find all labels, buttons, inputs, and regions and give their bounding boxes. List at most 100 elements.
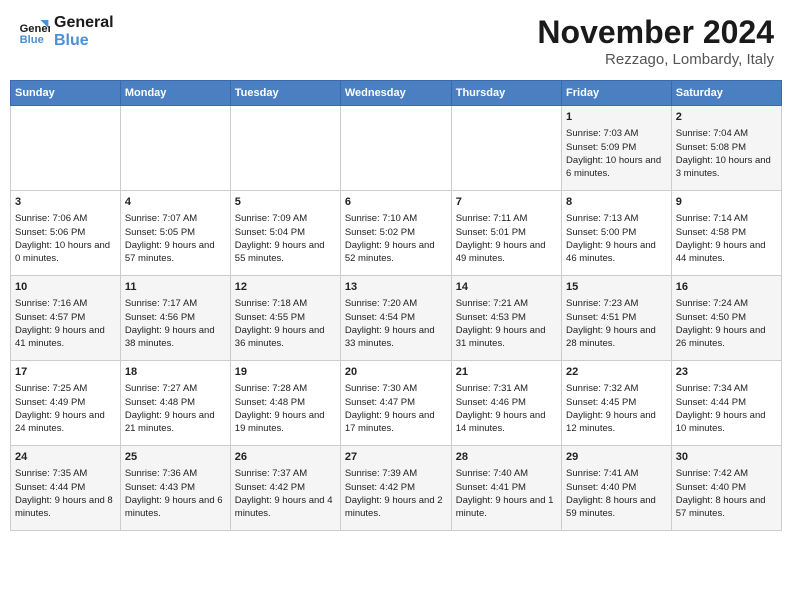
day-info: Sunrise: 7:18 AM Sunset: 4:55 PM Dayligh… [235,297,336,350]
calendar-cell: 14 Sunrise: 7:21 AM Sunset: 4:53 PM Dayli… [451,276,561,361]
calendar-cell: 8 Sunrise: 7:13 AM Sunset: 5:00 PM Daylig… [562,191,672,276]
header-row: Sunday Monday Tuesday Wednesday Thursday… [11,81,782,106]
calendar-cell: 17 Sunrise: 7:25 AM Sunset: 4:49 PM Dayli… [11,361,121,446]
month-title: November 2024 [537,14,774,51]
calendar-cell: 29Sunrise: 7:41 AM Sunset: 4:40 PM Dayli… [562,446,672,531]
day-info: Sunrise: 7:37 AM Sunset: 4:42 PM Dayligh… [235,467,336,520]
day-number: 23 [676,365,777,380]
day-number: 4 [125,195,226,210]
day-number: 26 [235,450,336,465]
day-number: 9 [676,195,777,210]
day-number: 12 [235,280,336,295]
calendar-week-row: 3Sunrise: 7:06 AM Sunset: 5:06 PM Daylig… [11,191,782,276]
day-info: Sunrise: 7:36 AM Sunset: 4:43 PM Dayligh… [125,467,226,520]
calendar-cell: 5Sunrise: 7:09 AM Sunset: 5:04 PM Daylig… [230,191,340,276]
day-info: Sunrise: 7:42 AM Sunset: 4:40 PM Dayligh… [676,467,777,520]
day-info: Sunrise: 7:16 AM Sunset: 4:57 PM Dayligh… [15,297,116,350]
calendar-cell: 28Sunrise: 7:40 AM Sunset: 4:41 PM Dayli… [451,446,561,531]
day-info: Sunrise: 7:24 AM Sunset: 4:50 PM Dayligh… [676,297,777,350]
calendar-cell: 15Sunrise: 7:23 AM Sunset: 4:51 PM Dayli… [562,276,672,361]
col-saturday: Saturday [671,81,781,106]
page-header: General Blue General Blue November 2024 … [10,10,782,72]
day-number: 24 [15,450,116,465]
day-number: 6 [345,195,447,210]
day-number: 13 [345,280,447,295]
logo-text-general: General [54,14,114,31]
day-number: 7 [456,195,557,210]
logo-text-blue: Blue [54,32,89,49]
day-number: 11 [125,280,226,295]
day-info: Sunrise: 7:40 AM Sunset: 4:41 PM Dayligh… [456,467,557,520]
day-info: Sunrise: 7:10 AM Sunset: 5:02 PM Dayligh… [345,212,447,265]
calendar-cell: 23 Sunrise: 7:34 AM Sunset: 4:44 PM Dayli… [671,361,781,446]
day-number: 8 [566,195,667,210]
calendar-body: 1Sunrise: 7:03 AM Sunset: 5:09 PM Daylig… [11,106,782,531]
day-info: Sunrise: 7:41 AM Sunset: 4:40 PM Dayligh… [566,467,667,520]
col-tuesday: Tuesday [230,81,340,106]
day-info: Sunrise: 7:23 AM Sunset: 4:51 PM Dayligh… [566,297,667,350]
calendar-cell: 1Sunrise: 7:03 AM Sunset: 5:09 PM Daylig… [562,106,672,191]
calendar-week-row: 10 Sunrise: 7:16 AM Sunset: 4:57 PM Dayli… [11,276,782,361]
calendar-cell [230,106,340,191]
calendar-cell [451,106,561,191]
day-info: Sunrise: 7:25 AM Sunset: 4:49 PM Dayligh… [15,382,116,435]
day-number: 22 [566,365,667,380]
day-info: Sunrise: 7:17 AM Sunset: 4:56 PM Dayligh… [125,297,226,350]
day-number: 20 [345,365,447,380]
day-number: 1 [566,110,667,125]
day-info: Sunrise: 7:13 AM Sunset: 5:00 PM Dayligh… [566,212,667,265]
day-number: 16 [676,280,777,295]
day-info: Sunrise: 7:39 AM Sunset: 4:42 PM Dayligh… [345,467,447,520]
col-friday: Friday [562,81,672,106]
day-info: Sunrise: 7:07 AM Sunset: 5:05 PM Dayligh… [125,212,226,265]
day-number: 14 [456,280,557,295]
calendar-table: Sunday Monday Tuesday Wednesday Thursday… [10,80,782,531]
calendar-cell: 12 Sunrise: 7:18 AM Sunset: 4:55 PM Dayli… [230,276,340,361]
calendar-cell: 10 Sunrise: 7:16 AM Sunset: 4:57 PM Dayli… [11,276,121,361]
calendar-week-row: 17 Sunrise: 7:25 AM Sunset: 4:49 PM Dayli… [11,361,782,446]
day-info: Sunrise: 7:27 AM Sunset: 4:48 PM Dayligh… [125,382,226,435]
day-info: Sunrise: 7:28 AM Sunset: 4:48 PM Dayligh… [235,382,336,435]
day-number: 18 [125,365,226,380]
day-info: Sunrise: 7:31 AM Sunset: 4:46 PM Dayligh… [456,382,557,435]
calendar-cell: 21 Sunrise: 7:31 AM Sunset: 4:46 PM Dayli… [451,361,561,446]
logo: General Blue General Blue [18,14,114,49]
day-number: 21 [456,365,557,380]
day-number: 3 [15,195,116,210]
day-info: Sunrise: 7:32 AM Sunset: 4:45 PM Dayligh… [566,382,667,435]
col-sunday: Sunday [11,81,121,106]
calendar-header: Sunday Monday Tuesday Wednesday Thursday… [11,81,782,106]
calendar-cell: 3Sunrise: 7:06 AM Sunset: 5:06 PM Daylig… [11,191,121,276]
calendar-cell: 7 Sunrise: 7:11 AM Sunset: 5:01 PM Daylig… [451,191,561,276]
calendar-week-row: 24 Sunrise: 7:35 AM Sunset: 4:44 PM Dayli… [11,446,782,531]
logo-icon: General Blue [18,16,50,48]
calendar-cell [11,106,121,191]
col-thursday: Thursday [451,81,561,106]
calendar-cell: 27Sunrise: 7:39 AM Sunset: 4:42 PM Dayli… [340,446,451,531]
calendar-cell [120,106,230,191]
calendar-cell: 9Sunrise: 7:14 AM Sunset: 4:58 PM Daylig… [671,191,781,276]
calendar-cell: 13 Sunrise: 7:20 AM Sunset: 4:54 PM Dayli… [340,276,451,361]
day-info: Sunrise: 7:20 AM Sunset: 4:54 PM Dayligh… [345,297,447,350]
day-number: 17 [15,365,116,380]
day-info: Sunrise: 7:09 AM Sunset: 5:04 PM Dayligh… [235,212,336,265]
day-info: Sunrise: 7:35 AM Sunset: 4:44 PM Dayligh… [15,467,116,520]
day-info: Sunrise: 7:34 AM Sunset: 4:44 PM Dayligh… [676,382,777,435]
calendar-cell: 2Sunrise: 7:04 AM Sunset: 5:08 PM Daylig… [671,106,781,191]
title-block: November 2024 Rezzago, Lombardy, Italy [537,14,774,68]
day-info: Sunrise: 7:11 AM Sunset: 5:01 PM Dayligh… [456,212,557,265]
day-number: 10 [15,280,116,295]
calendar-cell: 18 Sunrise: 7:27 AM Sunset: 4:48 PM Dayli… [120,361,230,446]
col-wednesday: Wednesday [340,81,451,106]
svg-text:Blue: Blue [20,34,44,46]
location: Rezzago, Lombardy, Italy [537,51,774,68]
calendar-cell: 24 Sunrise: 7:35 AM Sunset: 4:44 PM Dayli… [11,446,121,531]
day-info: Sunrise: 7:21 AM Sunset: 4:53 PM Dayligh… [456,297,557,350]
calendar-cell: 6 Sunrise: 7:10 AM Sunset: 5:02 PM Daylig… [340,191,451,276]
col-monday: Monday [120,81,230,106]
calendar-cell: 11 Sunrise: 7:17 AM Sunset: 4:56 PM Dayli… [120,276,230,361]
calendar-cell: 19Sunrise: 7:28 AM Sunset: 4:48 PM Dayli… [230,361,340,446]
day-info: Sunrise: 7:04 AM Sunset: 5:08 PM Dayligh… [676,127,777,180]
calendar-cell: 22 Sunrise: 7:32 AM Sunset: 4:45 PM Dayli… [562,361,672,446]
day-info: Sunrise: 7:30 AM Sunset: 4:47 PM Dayligh… [345,382,447,435]
